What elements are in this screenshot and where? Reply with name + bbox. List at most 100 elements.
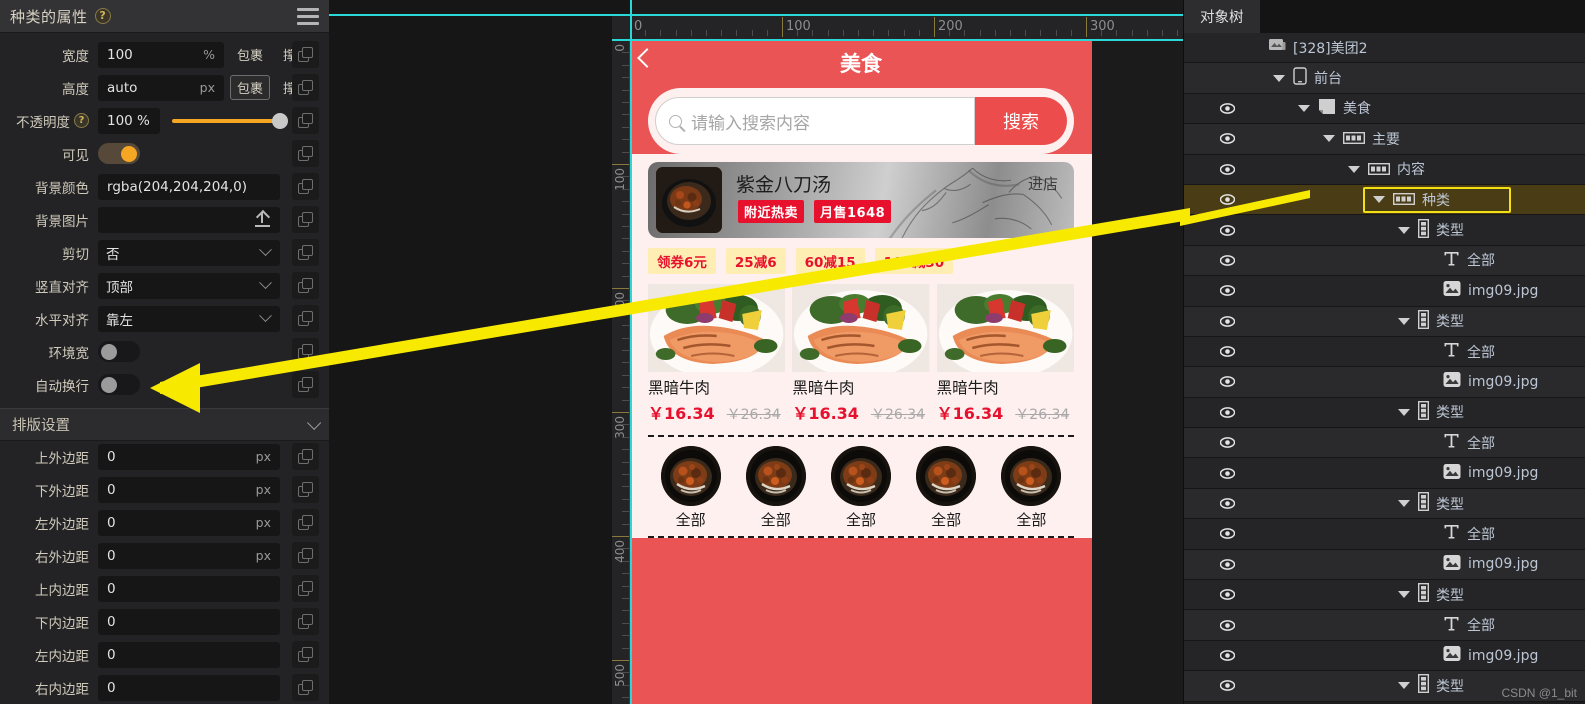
visibility-eye-icon[interactable] — [1220, 101, 1235, 116]
tree-row[interactable]: 种类 — [1184, 184, 1585, 216]
visibility-eye-icon[interactable] — [1220, 131, 1235, 146]
tree-node[interactable]: 类型 — [1417, 674, 1464, 697]
search-button[interactable]: 搜索 — [975, 97, 1067, 145]
background-image-field[interactable] — [98, 206, 280, 233]
visibility-eye-icon[interactable] — [1220, 466, 1235, 481]
tree-node[interactable]: 美食 — [1318, 98, 1371, 119]
duplicate-button[interactable] — [292, 305, 319, 332]
visibility-eye-icon[interactable] — [1220, 678, 1235, 693]
segment-包裹[interactable]: 包裹 — [230, 75, 271, 100]
hamburger-icon[interactable] — [297, 7, 319, 25]
visibility-eye-icon[interactable] — [1220, 344, 1235, 359]
tree-row[interactable]: [328]美团2 — [1184, 33, 1585, 64]
select-水平对齐[interactable]: 靠左 — [98, 305, 280, 332]
tree-node[interactable]: 主要 — [1342, 129, 1400, 149]
tree-row[interactable]: 类型 — [1184, 306, 1585, 337]
input-高度[interactable]: auto px — [98, 74, 224, 101]
layout-input-下外边距[interactable]: 0 px — [98, 476, 280, 503]
tree-node[interactable]: img09.jpg — [1443, 554, 1538, 575]
tree-row[interactable]: 全部 — [1184, 336, 1585, 368]
tree-node[interactable]: 类型 — [1417, 218, 1464, 242]
tree-node[interactable]: img09.jpg — [1443, 463, 1538, 484]
tree-row[interactable]: img09.jpg — [1184, 367, 1585, 398]
tree-row[interactable]: 前台 — [1184, 63, 1585, 94]
duplicate-button[interactable] — [292, 608, 319, 635]
tree-row[interactable]: 类型 — [1184, 580, 1585, 611]
food-card[interactable]: 黑暗牛肉 ￥16.34 ￥26.34 — [648, 284, 786, 424]
category-item[interactable]: 全部 — [739, 446, 813, 530]
visibility-eye-icon[interactable] — [1220, 192, 1235, 207]
tree-row[interactable]: 全部 — [1184, 245, 1585, 277]
coupon-badge[interactable]: 领券6元 — [648, 248, 716, 274]
chevron-down-icon[interactable] — [307, 415, 322, 430]
tree-node[interactable]: 类型 — [1417, 309, 1464, 333]
duplicate-button[interactable] — [292, 509, 319, 536]
duplicate-button[interactable] — [292, 41, 319, 68]
visibility-eye-icon[interactable] — [1220, 587, 1235, 602]
visibility-eye-icon[interactable] — [1220, 618, 1235, 633]
tree-row[interactable]: 主要 — [1184, 124, 1585, 155]
expand-triangle-icon[interactable] — [1348, 165, 1360, 173]
expand-triangle-icon[interactable] — [1323, 135, 1335, 143]
duplicate-button[interactable] — [292, 641, 319, 668]
duplicate-button[interactable] — [292, 107, 319, 134]
expand-triangle-icon[interactable] — [1398, 591, 1410, 599]
tree-node[interactable]: 类型 — [1417, 400, 1464, 424]
category-item[interactable]: 全部 — [909, 446, 983, 530]
tree-row[interactable]: 类型 — [1184, 215, 1585, 246]
duplicate-button[interactable] — [292, 575, 319, 602]
tree-row[interactable]: img09.jpg — [1184, 276, 1585, 307]
tree-row[interactable]: img09.jpg — [1184, 458, 1585, 489]
tree-node[interactable]: img09.jpg — [1443, 371, 1538, 392]
tree-row[interactable]: 美食 — [1184, 93, 1585, 125]
duplicate-button[interactable] — [292, 173, 319, 200]
tree-row[interactable]: 内容 — [1184, 154, 1585, 185]
tree-row[interactable]: img09.jpg — [1184, 549, 1585, 581]
layout-input-右外边距[interactable]: 0 px — [98, 542, 280, 569]
expand-triangle-icon[interactable] — [1373, 196, 1385, 204]
tree-node[interactable]: 内容 — [1367, 159, 1425, 179]
visibility-eye-icon[interactable] — [1220, 314, 1235, 329]
tree-row[interactable]: 全部 — [1184, 519, 1585, 550]
category-item[interactable]: 全部 — [654, 446, 728, 530]
toggle-可见[interactable] — [98, 143, 140, 164]
tree-row[interactable]: img09.jpg — [1184, 640, 1585, 672]
visibility-eye-icon[interactable] — [1220, 435, 1235, 450]
design-canvas[interactable]: 0 100 200 300 0 100 200 300 400 500 美食 请输入搜索内容 搜… — [329, 0, 1224, 704]
layout-settings-header[interactable]: 排版设置 — [0, 408, 329, 441]
category-item[interactable]: 全部 — [824, 446, 898, 530]
tree-node[interactable]: 类型 — [1417, 492, 1464, 515]
duplicate-button[interactable] — [292, 338, 319, 365]
tree-row[interactable]: 类型 — [1184, 488, 1585, 520]
expand-triangle-icon[interactable] — [1398, 500, 1410, 508]
segment-包裹[interactable]: 包裹 — [230, 42, 270, 67]
tree-node[interactable]: 全部 — [1443, 615, 1495, 636]
toggle-自动换行[interactable] — [98, 374, 140, 395]
duplicate-button[interactable] — [292, 140, 319, 167]
food-card[interactable]: 黑暗牛肉 ￥16.34 ￥26.34 — [936, 284, 1074, 424]
tree-node[interactable]: img09.jpg — [1443, 645, 1538, 666]
visibility-eye-icon[interactable] — [1220, 374, 1235, 389]
expand-triangle-icon[interactable] — [1273, 74, 1285, 82]
food-card[interactable]: 黑暗牛肉 ￥16.34 ￥26.34 — [792, 284, 930, 424]
expand-triangle-icon[interactable] — [1398, 317, 1410, 325]
tree-node[interactable]: 前台 — [1293, 67, 1342, 89]
tree-node[interactable]: [328]美团2 — [1268, 38, 1368, 58]
tree-node[interactable]: 种类 — [1392, 190, 1450, 210]
visibility-eye-icon[interactable] — [1220, 405, 1235, 420]
tree-node[interactable]: 全部 — [1443, 341, 1495, 362]
layout-input-上外边距[interactable]: 0 px — [98, 443, 280, 470]
tree-row[interactable]: 全部 — [1184, 428, 1585, 459]
duplicate-button[interactable] — [292, 542, 319, 569]
layout-input-上内边距[interactable]: 0 — [98, 575, 280, 602]
coupon-badge[interactable]: 60减15 — [795, 248, 865, 274]
visibility-eye-icon[interactable] — [1220, 253, 1235, 268]
visibility-eye-icon[interactable] — [1220, 283, 1235, 298]
input-背景颜色[interactable]: rgba(204,204,204,0) — [98, 173, 280, 200]
toggle-环境宽[interactable] — [98, 341, 140, 362]
help-icon[interactable]: ? — [94, 8, 111, 24]
tree-row[interactable]: 类型 — [1184, 397, 1585, 429]
duplicate-button[interactable] — [292, 674, 319, 701]
coupon-badge[interactable]: 25减6 — [725, 248, 786, 274]
duplicate-button[interactable] — [292, 443, 319, 470]
